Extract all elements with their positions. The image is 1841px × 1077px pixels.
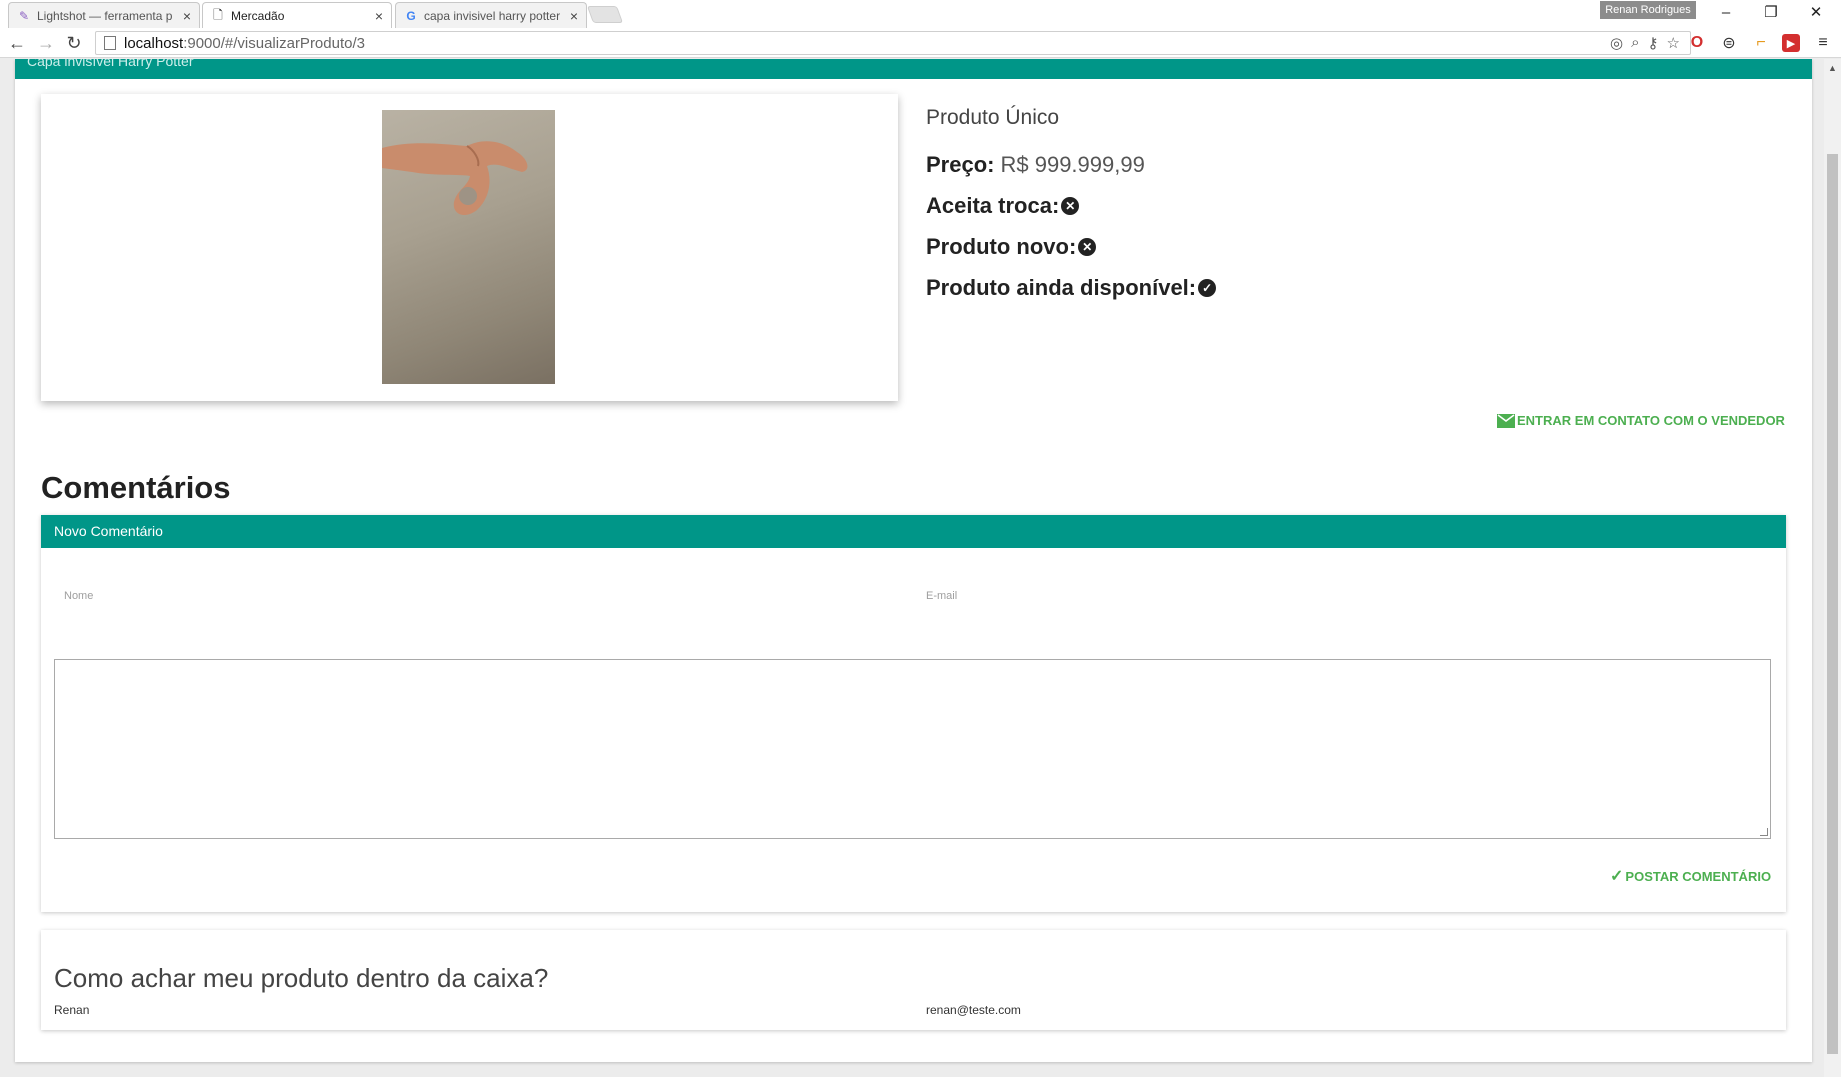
- exchange-label: Aceita troca:: [926, 192, 1060, 218]
- page-icon: 🗋: [213, 7, 223, 22]
- google-icon: G: [406, 8, 416, 23]
- available-label: Produto ainda disponível:: [926, 274, 1197, 300]
- comment-email: renan@teste.com: [926, 1003, 1021, 1017]
- menu-icon[interactable]: ≡: [1812, 32, 1834, 54]
- close-icon[interactable]: ×: [183, 8, 191, 24]
- opera-icon[interactable]: O: [1686, 32, 1708, 54]
- profile-badge[interactable]: Renan Rodrigues: [1600, 1, 1696, 19]
- page-viewport: Capa invisível Harry Potter Produto Únic…: [0, 59, 1841, 1077]
- product-header-title: Capa invisível Harry Potter: [27, 59, 194, 69]
- available-row: Produto ainda disponível: ✓: [926, 267, 1726, 308]
- comment-author: Renan: [54, 1003, 90, 1017]
- vertical-scrollbar[interactable]: ▲: [1824, 59, 1841, 1077]
- check-circle-icon: ✓: [1198, 278, 1217, 297]
- video-extension-icon[interactable]: ▶: [1782, 34, 1800, 52]
- name-field[interactable]: [54, 585, 899, 615]
- email-field[interactable]: [916, 585, 1771, 615]
- product-info: Produto Único Preço: R$ 999.999,99 Aceit…: [926, 106, 1726, 308]
- tab-label: Mercadão: [231, 9, 285, 23]
- close-icon[interactable]: ×: [375, 8, 383, 24]
- new-label: Produto novo:: [926, 233, 1077, 259]
- minimize-icon[interactable]: –: [1703, 0, 1749, 24]
- new-comment-card: Novo Comentário Nome E-mail ✓ POSTAR COM…: [41, 515, 1786, 912]
- resize-handle-icon[interactable]: [1760, 828, 1768, 836]
- restore-icon[interactable]: ❐: [1748, 0, 1794, 24]
- feather-icon: ✎: [18, 8, 30, 23]
- cancel-circle-icon: ✕: [1061, 196, 1080, 215]
- new-tab-button[interactable]: [586, 6, 624, 23]
- new-comment-header: Novo Comentário: [41, 515, 1786, 548]
- close-window-icon[interactable]: ✕: [1793, 0, 1839, 24]
- reload-icon[interactable]: ↻: [63, 32, 85, 54]
- url-host: localhost: [124, 34, 184, 52]
- contact-seller-button[interactable]: ENTRAR EM CONTATO COM O VENDEDOR: [1497, 413, 1785, 428]
- product-header-bar: Capa invisível Harry Potter: [15, 59, 1812, 79]
- new-row: Produto novo: ✕: [926, 226, 1726, 267]
- browser-toolbar: ← → ↻ localhost:9000/#/visualizarProduto…: [0, 28, 1841, 58]
- star-icon[interactable]: ☆: [1667, 34, 1680, 52]
- price-label: Preço:: [926, 151, 995, 177]
- page-icon: [104, 36, 116, 50]
- post-comment-label: POSTAR COMENTÁRIO: [1625, 868, 1772, 884]
- key-icon[interactable]: ⚷: [1648, 34, 1659, 52]
- mail-icon: [1497, 413, 1515, 428]
- comment-textarea[interactable]: [54, 659, 1771, 839]
- product-photo-card: [41, 94, 898, 401]
- forward-arrow-icon[interactable]: →: [35, 32, 57, 54]
- browser-tabstrip: ✎ Lightshot — ferramenta p × 🗋 Mercadão …: [0, 0, 1841, 29]
- tab-label: Lightshot — ferramenta p: [37, 8, 173, 23]
- tab-google-search[interactable]: G capa invisivel harry potter ×: [395, 2, 587, 28]
- product-name: Produto Único: [926, 106, 1060, 129]
- tab-label: capa invisivel harry potter: [424, 8, 561, 23]
- price-row: Preço: R$ 999.999,99: [926, 144, 1726, 185]
- scrollbar-thumb[interactable]: [1827, 154, 1838, 1054]
- comments-title: Comentários: [41, 470, 231, 505]
- product-photo: [382, 110, 555, 384]
- price-value: R$ 999.999,99: [1000, 151, 1145, 177]
- bookmark-extension-icon[interactable]: ⌐: [1750, 32, 1772, 54]
- tab-mercadao[interactable]: 🗋 Mercadão ×: [202, 2, 392, 29]
- url-path: :9000/#/visualizarProduto/3: [183, 34, 365, 52]
- sync-icon[interactable]: ⊜: [1718, 32, 1740, 54]
- contact-seller-label: ENTRAR EM CONTATO COM O VENDEDOR: [1517, 413, 1785, 428]
- comment-text: Como achar meu produto dentro da caixa?: [54, 963, 549, 993]
- address-bar[interactable]: localhost:9000/#/visualizarProduto/3 ◎ ⌕…: [95, 31, 1691, 55]
- back-arrow-icon[interactable]: ←: [6, 32, 28, 54]
- check-icon: ✓: [1610, 868, 1624, 885]
- zoom-icon[interactable]: ⌕: [1631, 34, 1639, 52]
- location-icon[interactable]: ◎: [1610, 34, 1623, 52]
- tab-lightshot[interactable]: ✎ Lightshot — ferramenta p ×: [8, 2, 200, 28]
- comment-item: Como achar meu produto dentro da caixa? …: [41, 930, 1786, 1030]
- close-icon[interactable]: ×: [570, 8, 578, 24]
- product-page: Capa invisível Harry Potter Produto Únic…: [15, 59, 1812, 1062]
- post-comment-button[interactable]: ✓ POSTAR COMENTÁRIO: [1610, 866, 1771, 886]
- exchange-row: Aceita troca: ✕: [926, 185, 1726, 226]
- scroll-up-arrow-icon[interactable]: ▲: [1824, 59, 1841, 76]
- cancel-circle-icon: ✕: [1078, 237, 1097, 256]
